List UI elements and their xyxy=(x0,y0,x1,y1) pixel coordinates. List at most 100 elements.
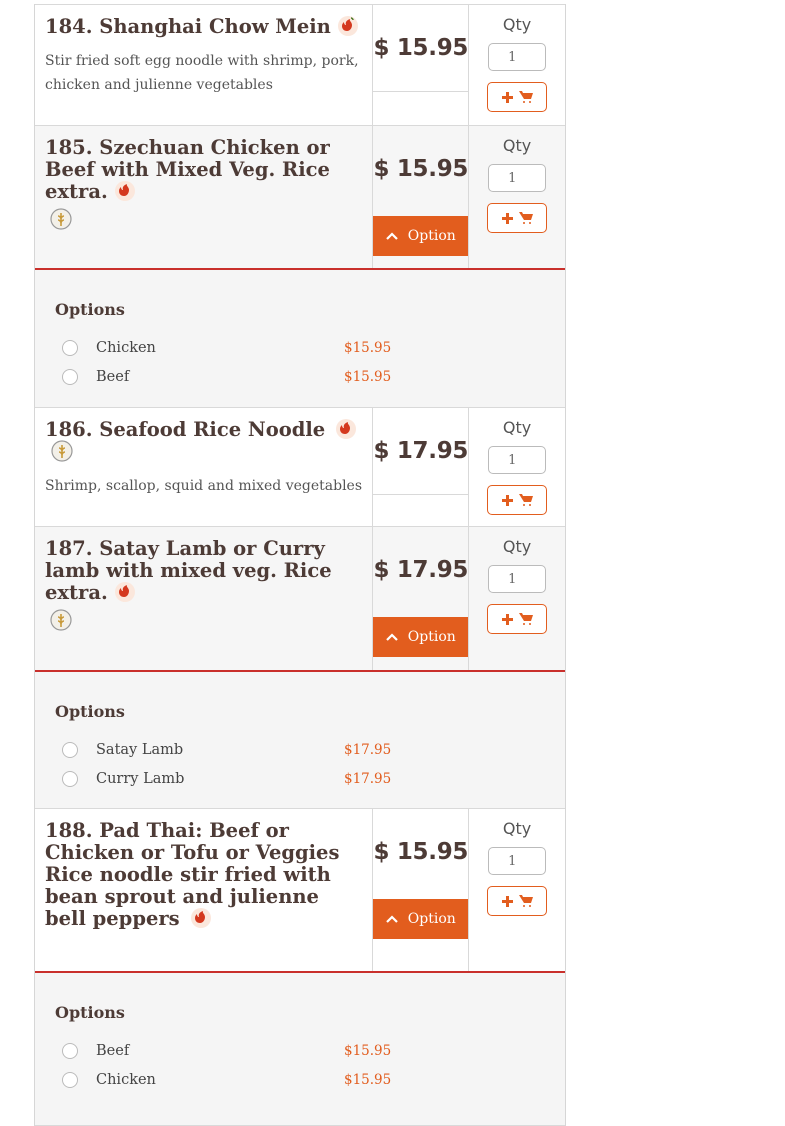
qty-label: Qty xyxy=(502,537,532,556)
radio-button[interactable] xyxy=(62,1071,78,1088)
chevron-up-icon xyxy=(386,629,398,645)
item-title-text: 187. Satay Lamb or Curry lamb with mixed… xyxy=(45,537,332,604)
qty-input[interactable] xyxy=(488,565,547,593)
menu-item: 188. Pad Thai: Beef or Chicken or Tofu o… xyxy=(35,809,565,973)
price-column: $ 17.95 Option xyxy=(373,527,470,670)
plus-icon xyxy=(501,491,513,510)
qty-label: Qty xyxy=(502,136,532,155)
radio-button[interactable] xyxy=(62,770,78,787)
item-info: 185. Szechuan Chicken or Beef with Mixed… xyxy=(35,126,374,268)
cart-icon xyxy=(518,88,533,107)
add-to-cart-button[interactable] xyxy=(487,82,548,112)
qty-label: Qty xyxy=(502,418,532,437)
chili-icon xyxy=(190,907,212,929)
cart-icon xyxy=(518,209,533,228)
option-row[interactable]: Curry Lamb $17.95 xyxy=(55,764,545,793)
menu-list: 184. Shanghai Chow Mein Stir fried soft … xyxy=(34,4,566,1126)
option-price: $15.95 xyxy=(344,368,392,385)
item-title: 188. Pad Thai: Beef or Chicken or Tofu o… xyxy=(45,820,362,931)
option-name: Beef xyxy=(96,1042,130,1059)
option-button-label: Option xyxy=(407,629,456,645)
qty-column: Qty xyxy=(469,126,565,268)
price-column: $ 17.95 xyxy=(373,408,470,526)
qty-label: Qty xyxy=(502,15,532,34)
option-price: $17.95 xyxy=(344,741,392,758)
wheat-icon xyxy=(51,440,73,462)
menu-item: 184. Shanghai Chow Mein Stir fried soft … xyxy=(35,4,565,126)
item-title-text: 184. Shanghai Chow Mein xyxy=(45,15,331,38)
chili-icon xyxy=(337,15,359,37)
options-panel: Options Beef $15.95 Chicken $15.95 xyxy=(35,973,565,1126)
qty-column: Qty xyxy=(469,5,565,125)
chevron-up-icon xyxy=(386,228,398,244)
option-price: $15.95 xyxy=(344,1042,392,1059)
item-info: 188. Pad Thai: Beef or Chicken or Tofu o… xyxy=(35,809,374,971)
option-button-label: Option xyxy=(407,228,456,244)
qty-input[interactable] xyxy=(488,43,547,71)
radio-button[interactable] xyxy=(62,741,78,758)
item-info: 184. Shanghai Chow Mein Stir fried soft … xyxy=(35,5,374,125)
item-description: Shrimp, scallop, squid and mixed vegetab… xyxy=(45,478,363,494)
add-to-cart-button[interactable] xyxy=(487,886,548,916)
qty-input[interactable] xyxy=(488,446,547,474)
item-title: 186. Seafood Rice Noodle xyxy=(45,418,362,464)
option-row[interactable]: Chicken $15.95 xyxy=(55,333,545,362)
option-row[interactable]: Satay Lamb $17.95 xyxy=(55,735,545,764)
options-heading: Options xyxy=(55,300,125,319)
option-row[interactable]: Beef $15.95 xyxy=(55,362,545,391)
qty-label: Qty xyxy=(502,819,532,838)
cart-icon xyxy=(518,892,533,911)
option-button-label: Option xyxy=(407,911,456,927)
plus-icon xyxy=(501,88,513,107)
item-title: 184. Shanghai Chow Mein xyxy=(45,15,362,39)
item-title: 185. Szechuan Chicken or Beef with Mixed… xyxy=(45,137,362,204)
options-heading: Options xyxy=(55,1003,125,1022)
option-toggle-button[interactable]: Option xyxy=(373,899,469,939)
price-column: $ 15.95 Option xyxy=(373,809,470,971)
qty-column: Qty xyxy=(469,408,565,526)
radio-button[interactable] xyxy=(62,339,78,356)
qty-column: Qty xyxy=(469,809,565,971)
qty-input[interactable] xyxy=(488,847,547,875)
add-to-cart-button[interactable] xyxy=(487,604,548,634)
menu-item: 186. Seafood Rice Noodle Shrimp, scallop… xyxy=(35,408,565,527)
item-title: 187. Satay Lamb or Curry lamb with mixed… xyxy=(45,538,362,605)
price-divider xyxy=(373,494,469,526)
option-name: Chicken xyxy=(96,1071,156,1088)
item-price: $ 17.95 xyxy=(373,557,469,583)
options-panel: Options Chicken $15.95 Beef $15.95 xyxy=(35,270,565,408)
option-price: $15.95 xyxy=(344,339,392,356)
menu-item: 185. Szechuan Chicken or Beef with Mixed… xyxy=(35,126,565,270)
add-to-cart-button[interactable] xyxy=(487,485,548,515)
option-name: Satay Lamb xyxy=(96,741,184,758)
option-price: $15.95 xyxy=(344,1071,392,1088)
item-title-text: 186. Seafood Rice Noodle xyxy=(45,418,326,441)
radio-button[interactable] xyxy=(62,1042,78,1059)
option-row[interactable]: Beef $15.95 xyxy=(55,1036,545,1065)
option-name: Chicken xyxy=(96,339,156,356)
plus-icon xyxy=(501,209,513,228)
option-toggle-button[interactable]: Option xyxy=(373,617,469,657)
item-info: 186. Seafood Rice Noodle Shrimp, scallop… xyxy=(35,408,374,526)
item-title-text: 185. Szechuan Chicken or Beef with Mixed… xyxy=(45,136,330,203)
plus-icon xyxy=(501,610,513,629)
chili-icon xyxy=(114,180,136,202)
price-column: $ 15.95 Option xyxy=(373,126,470,268)
chili-icon xyxy=(335,418,357,440)
item-info: 187. Satay Lamb or Curry lamb with mixed… xyxy=(35,527,374,670)
options-heading: Options xyxy=(55,702,125,721)
wheat-icon xyxy=(50,608,72,631)
item-price: $ 17.95 xyxy=(373,438,469,464)
radio-button[interactable] xyxy=(62,368,78,385)
add-to-cart-button[interactable] xyxy=(487,203,548,233)
price-column: $ 15.95 xyxy=(373,5,470,125)
option-name: Beef xyxy=(96,368,130,385)
qty-input[interactable] xyxy=(488,164,547,192)
chili-icon xyxy=(114,581,136,603)
item-price: $ 15.95 xyxy=(373,156,469,182)
option-name: Curry Lamb xyxy=(96,770,185,787)
option-price: $17.95 xyxy=(344,770,392,787)
option-toggle-button[interactable]: Option xyxy=(373,216,469,256)
chevron-up-icon xyxy=(386,911,398,927)
item-price: $ 15.95 xyxy=(373,35,469,61)
